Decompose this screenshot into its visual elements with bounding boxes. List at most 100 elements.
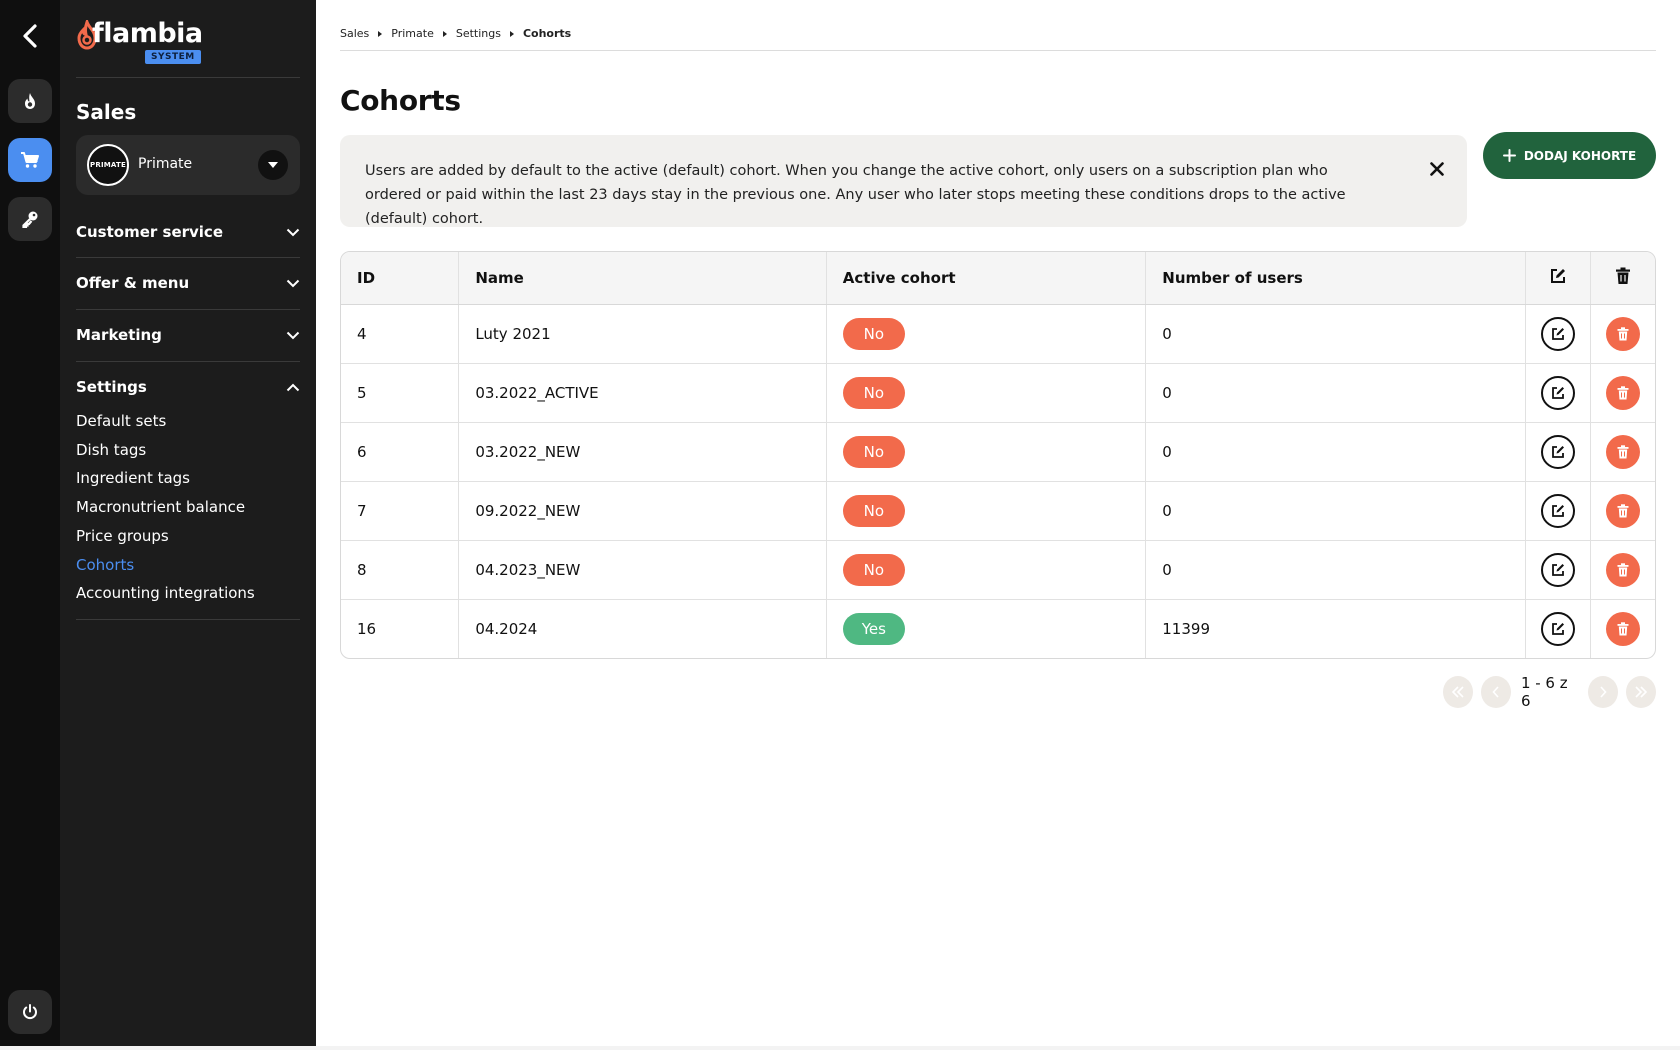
sidebar-item-default-sets[interactable]: Default sets bbox=[76, 412, 166, 430]
divider bbox=[76, 77, 300, 78]
cell-edit bbox=[1525, 422, 1591, 482]
column-header-active[interactable]: Active cohort bbox=[826, 252, 1147, 305]
delete-button[interactable] bbox=[1605, 552, 1640, 587]
column-header-users[interactable]: Number of users bbox=[1145, 252, 1526, 305]
page-title: Cohorts bbox=[340, 84, 461, 117]
sidebar-item-ingredient-tags[interactable]: Ingredient tags bbox=[76, 469, 190, 487]
next-page-icon[interactable] bbox=[1588, 676, 1619, 708]
active-status-badge: No bbox=[842, 553, 905, 586]
prev-page-icon[interactable] bbox=[1480, 676, 1511, 708]
delete-button[interactable] bbox=[1605, 493, 1640, 528]
cell-name: 03.2022_ACTIVE bbox=[458, 363, 827, 423]
cell-id: 16 bbox=[341, 599, 460, 658]
cell-edit bbox=[1525, 363, 1591, 423]
power-icon bbox=[23, 1004, 37, 1020]
table-row: 5 03.2022_ACTIVE No 0 bbox=[341, 363, 1655, 423]
sidebar-section-title: Sales bbox=[76, 100, 137, 124]
breadcrumb-separator-icon bbox=[378, 30, 383, 37]
back-arrow-icon[interactable] bbox=[14, 20, 46, 52]
edit-button[interactable] bbox=[1540, 552, 1575, 587]
cell-users: 0 bbox=[1145, 363, 1526, 423]
cart-icon bbox=[21, 152, 39, 168]
cell-active: No bbox=[826, 304, 1147, 364]
column-header-id[interactable]: ID bbox=[341, 252, 460, 305]
rail-settings-button[interactable] bbox=[8, 197, 52, 241]
edit-button[interactable] bbox=[1540, 375, 1575, 410]
add-cohort-label: DODAJ KOHORTE bbox=[1523, 148, 1637, 163]
first-page-icon[interactable] bbox=[1443, 676, 1473, 708]
caret-down-icon[interactable] bbox=[258, 150, 288, 180]
cell-edit bbox=[1525, 304, 1591, 364]
breadcrumb-settings[interactable]: Settings bbox=[456, 27, 501, 40]
trash-icon bbox=[1617, 503, 1629, 517]
divider bbox=[76, 257, 300, 258]
edit-icon bbox=[1551, 327, 1564, 340]
rail-flame-button[interactable] bbox=[8, 79, 52, 123]
sidebar-item-macronutrient-balance[interactable]: Macronutrient balance bbox=[76, 498, 245, 516]
sidebar-item-cohorts[interactable]: Cohorts bbox=[76, 556, 134, 574]
table-row: 16 04.2024 Yes 11399 bbox=[341, 599, 1655, 658]
rail-sales-button[interactable] bbox=[8, 138, 52, 182]
nav-offer-menu[interactable]: Offer & menu bbox=[76, 269, 300, 297]
breadcrumb-cohorts: Cohorts bbox=[522, 27, 572, 40]
nav-marketing[interactable]: Marketing bbox=[76, 321, 300, 349]
column-header-name[interactable]: Name bbox=[458, 252, 827, 305]
cell-name: 04.2023_NEW bbox=[458, 540, 827, 600]
last-page-icon[interactable] bbox=[1626, 676, 1656, 708]
pagination: 1 - 6 z 6 bbox=[1443, 674, 1656, 710]
pagination-label: 1 - 6 z 6 bbox=[1520, 674, 1568, 710]
cell-edit bbox=[1525, 481, 1591, 541]
sidebar-item-dish-tags[interactable]: Dish tags bbox=[76, 441, 146, 459]
trash-icon bbox=[1617, 326, 1629, 340]
active-status-badge: No bbox=[842, 435, 905, 468]
column-header-delete bbox=[1590, 252, 1655, 305]
cell-delete bbox=[1590, 422, 1655, 482]
chevron-down-icon bbox=[286, 279, 300, 287]
breadcrumb-sales[interactable]: Sales bbox=[340, 27, 369, 40]
cell-id: 7 bbox=[341, 481, 460, 541]
edit-button[interactable] bbox=[1540, 434, 1575, 469]
sidebar: flambia SYSTEM Sales PRIMATE Primate Cus… bbox=[60, 0, 316, 1050]
nav-settings[interactable]: Settings bbox=[76, 373, 300, 401]
cell-edit bbox=[1525, 540, 1591, 600]
cell-id: 5 bbox=[341, 363, 460, 423]
nav-customer-service[interactable]: Customer service bbox=[76, 218, 300, 246]
delete-button[interactable] bbox=[1605, 316, 1640, 351]
cell-id: 8 bbox=[341, 540, 460, 600]
cell-active: No bbox=[826, 481, 1147, 541]
sidebar-item-accounting-integrations[interactable]: Accounting integrations bbox=[76, 584, 255, 602]
breadcrumb-primate[interactable]: Primate bbox=[391, 27, 434, 40]
cell-id: 4 bbox=[341, 304, 460, 364]
edit-icon bbox=[1551, 622, 1564, 635]
edit-button[interactable] bbox=[1540, 316, 1575, 351]
nav-label: Marketing bbox=[76, 326, 162, 344]
nav-label: Settings bbox=[76, 378, 147, 396]
icon-rail bbox=[0, 0, 60, 1050]
chevron-down-icon bbox=[286, 331, 300, 339]
sidebar-item-price-groups[interactable]: Price groups bbox=[76, 527, 169, 545]
edit-icon bbox=[1551, 563, 1564, 576]
breadcrumb-separator-icon bbox=[509, 30, 514, 37]
rail-power-button[interactable] bbox=[8, 990, 52, 1034]
delete-button[interactable] bbox=[1605, 434, 1640, 469]
divider bbox=[76, 361, 300, 362]
key-icon bbox=[22, 211, 38, 228]
divider bbox=[76, 619, 300, 620]
close-icon[interactable] bbox=[1425, 157, 1449, 181]
edit-button[interactable] bbox=[1540, 611, 1575, 646]
info-text: Users are added by default to the active… bbox=[365, 163, 1346, 227]
edit-icon bbox=[1551, 386, 1564, 399]
plus-icon bbox=[1502, 149, 1516, 162]
cell-users: 0 bbox=[1145, 540, 1526, 600]
cell-name: 03.2022_NEW bbox=[458, 422, 827, 482]
main-content: Sales Primate Settings Cohorts Cohorts U… bbox=[340, 0, 1656, 1050]
delete-button[interactable] bbox=[1605, 611, 1640, 646]
add-cohort-button[interactable]: DODAJ KOHORTE bbox=[1483, 132, 1656, 179]
brand-selector[interactable]: PRIMATE Primate bbox=[76, 135, 300, 195]
edit-button[interactable] bbox=[1540, 493, 1575, 528]
chevron-down-icon bbox=[286, 228, 300, 236]
edit-icon bbox=[1551, 445, 1564, 458]
table-row: 6 03.2022_NEW No 0 bbox=[341, 422, 1655, 482]
delete-button[interactable] bbox=[1605, 375, 1640, 410]
cell-active: No bbox=[826, 422, 1147, 482]
